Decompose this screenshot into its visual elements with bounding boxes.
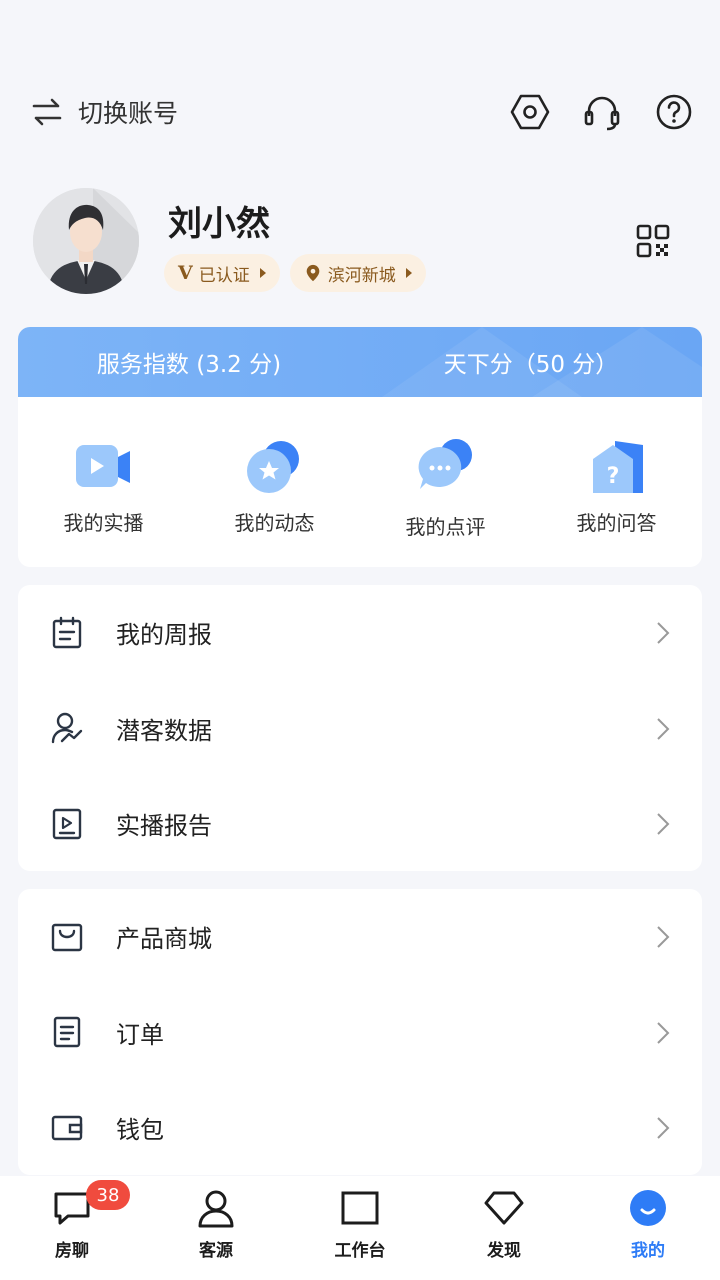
menu-product-mall[interactable]: 产品商城 — [18, 889, 702, 985]
question-house-icon: ? — [587, 439, 647, 495]
video-icon — [74, 439, 134, 495]
comment-icon — [416, 439, 476, 495]
caret-right-icon — [259, 268, 266, 278]
unread-badge: 38 — [86, 1180, 130, 1210]
verified-v-icon: V — [178, 262, 193, 284]
menu-group-1: 我的周报 潜客数据 实播报告 — [18, 585, 702, 871]
chevron-right-icon — [657, 717, 670, 740]
nav-me[interactable]: 我的 — [576, 1176, 720, 1280]
bottom-nav: 38 房聊 客源 工作台 发现 我的 — [0, 1176, 720, 1280]
order-icon — [53, 1017, 81, 1048]
menu-label: 我的周报 — [116, 621, 212, 650]
nav-workbench[interactable]: 工作台 — [288, 1176, 432, 1280]
menu-group-2: 产品商城 订单 钱包 — [18, 889, 702, 1175]
verified-label: 已认证 — [198, 265, 250, 286]
user-name: 刘小然 — [168, 204, 270, 244]
square-icon — [341, 1191, 379, 1225]
verified-badge[interactable]: V 已认证 — [164, 254, 280, 292]
nav-label: 客源 — [199, 1241, 233, 1261]
nav-label: 工作台 — [334, 1241, 386, 1261]
menu-label: 产品商城 — [116, 925, 212, 954]
help-icon[interactable] — [654, 92, 694, 132]
play-report-icon — [52, 808, 82, 839]
location-label: 滨河新城 — [327, 265, 396, 286]
quick-my-review[interactable]: 我的点评 — [360, 397, 531, 567]
diamond-icon — [484, 1191, 524, 1225]
chevron-right-icon — [657, 813, 670, 835]
quick-label: 我的点评 — [405, 515, 486, 539]
nav-label: 房聊 — [55, 1241, 89, 1261]
wallet-icon — [51, 1115, 83, 1140]
service-index[interactable]: 服务指数 (3.2 分) — [18, 345, 360, 379]
chevron-right-icon — [657, 622, 670, 644]
chevron-right-icon — [657, 1117, 670, 1139]
bag-icon — [51, 923, 83, 951]
score-bar: 服务指数 (3.2 分) 天下分（50 分） — [18, 327, 702, 397]
avatar[interactable] — [33, 188, 139, 294]
quick-label: 我的动态 — [234, 511, 315, 535]
tianxia-score[interactable]: 天下分（50 分） — [360, 345, 702, 379]
profile-section: 刘小然 V 已认证 滨河新城 — [0, 186, 720, 296]
headset-icon[interactable] — [582, 92, 622, 132]
settings-icon[interactable] — [510, 92, 550, 132]
quick-label: 我的问答 — [576, 511, 657, 535]
caret-right-icon — [405, 268, 412, 278]
menu-label: 钱包 — [116, 1116, 164, 1145]
nav-chat[interactable]: 38 房聊 — [0, 1176, 144, 1280]
menu-broadcast-report[interactable]: 实播报告 — [18, 776, 702, 871]
menu-wallet[interactable]: 钱包 — [18, 1080, 702, 1175]
chevron-right-icon — [657, 1021, 670, 1044]
location-pin-icon — [306, 264, 320, 282]
nav-label: 发现 — [487, 1241, 521, 1261]
quick-my-feed[interactable]: 我的动态 — [189, 397, 360, 567]
nav-clients[interactable]: 客源 — [144, 1176, 288, 1280]
menu-orders[interactable]: 订单 — [18, 985, 702, 1081]
user-trend-icon — [51, 713, 83, 744]
swap-arrows-icon — [32, 98, 62, 126]
calendar-icon — [52, 616, 82, 648]
menu-weekly-report[interactable]: 我的周报 — [18, 585, 702, 681]
person-icon — [198, 1190, 234, 1228]
top-bar: 切换账号 — [0, 84, 720, 144]
location-badge[interactable]: 滨河新城 — [289, 254, 426, 292]
smile-icon — [630, 1190, 666, 1226]
switch-account-label: 切换账号 — [78, 99, 179, 128]
menu-label: 订单 — [116, 1020, 164, 1049]
score-card: 服务指数 (3.2 分) 天下分（50 分） 我的实播 我的动态 我的点评 ? … — [18, 327, 702, 567]
qr-code-icon[interactable] — [636, 224, 670, 258]
chevron-right-icon — [657, 926, 670, 948]
menu-label: 实播报告 — [116, 812, 212, 841]
menu-label: 潜客数据 — [116, 716, 212, 745]
nav-discover[interactable]: 发现 — [432, 1176, 576, 1280]
quick-my-broadcast[interactable]: 我的实播 — [18, 397, 189, 567]
star-bubble-icon — [245, 439, 305, 495]
quick-my-qa[interactable]: ? 我的问答 — [531, 397, 702, 567]
menu-prospect-data[interactable]: 潜客数据 — [18, 681, 702, 777]
svg-text:?: ? — [606, 464, 619, 489]
switch-account-button[interactable]: 切换账号 — [30, 94, 178, 130]
nav-label: 我的 — [631, 1241, 665, 1261]
quick-label: 我的实播 — [63, 511, 144, 535]
